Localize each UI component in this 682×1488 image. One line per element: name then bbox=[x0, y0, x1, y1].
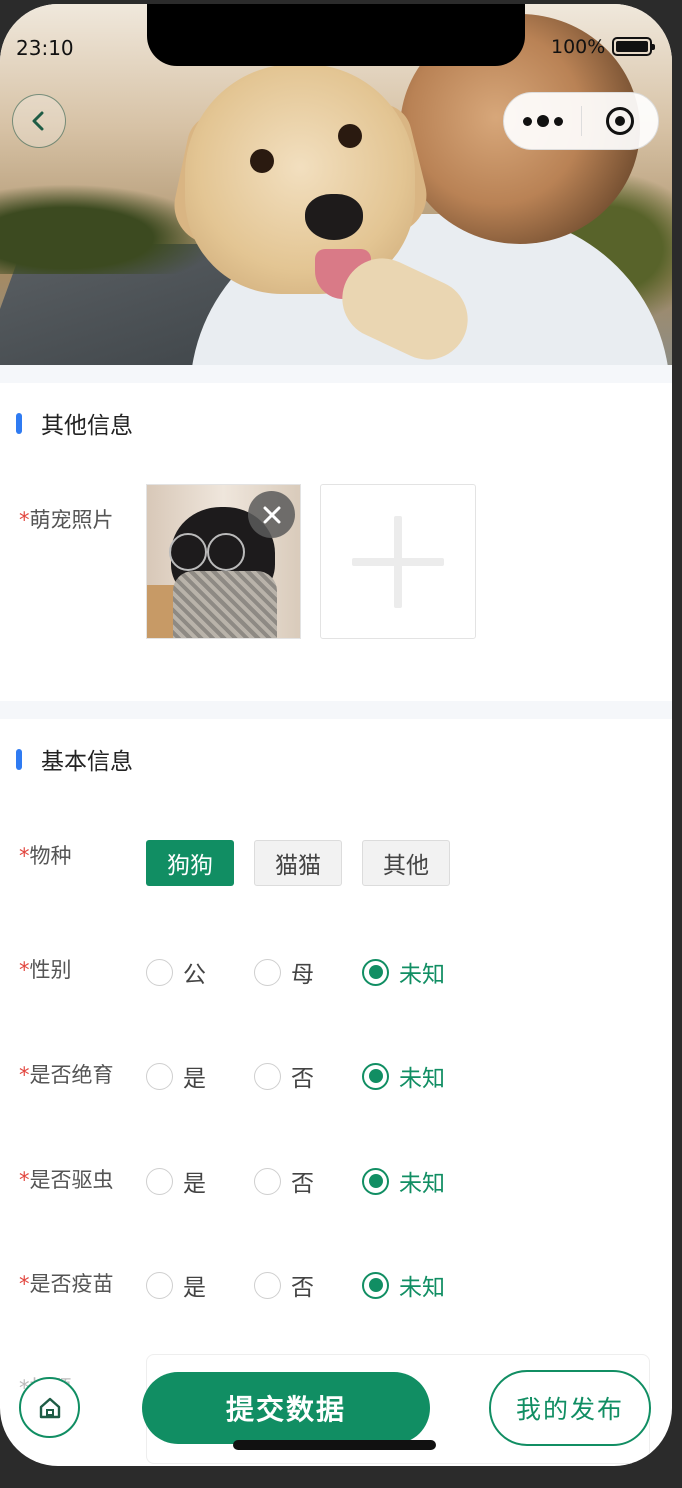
miniprogram-capsule bbox=[503, 92, 659, 150]
section-title-other: 其他信息 bbox=[16, 406, 133, 440]
phone-screen: 23:10 100% 其他信息 *萌宠照片 基本信息 *物种 狗狗 猫猫 其他 … bbox=[0, 4, 672, 1466]
species-option-dog[interactable]: 狗狗 bbox=[146, 840, 234, 886]
section-bar-icon bbox=[16, 748, 22, 770]
vaccinated-label: *是否疫苗 bbox=[19, 1272, 114, 1296]
section-title-basic: 基本信息 bbox=[16, 742, 133, 776]
status-time: 23:10 bbox=[16, 36, 74, 60]
dewormed-option-yes[interactable]: 是 bbox=[146, 1164, 206, 1198]
radio-unchecked-icon bbox=[146, 1062, 173, 1090]
species-option-cat[interactable]: 猫猫 bbox=[254, 840, 342, 886]
radio-checked-icon bbox=[362, 958, 389, 986]
neutered-label: *是否绝育 bbox=[19, 1063, 114, 1087]
radio-unchecked-icon bbox=[254, 1062, 281, 1090]
section-divider bbox=[0, 701, 672, 719]
gender-option-female[interactable]: 母 bbox=[254, 955, 314, 989]
neutered-option-no[interactable]: 否 bbox=[254, 1059, 314, 1093]
neutered-option-yes[interactable]: 是 bbox=[146, 1059, 206, 1093]
radio-checked-icon bbox=[362, 1062, 389, 1090]
dewormed-option-unknown[interactable]: 未知 bbox=[362, 1164, 445, 1198]
radio-unchecked-icon bbox=[146, 958, 173, 986]
gender-option-male[interactable]: 公 bbox=[146, 955, 206, 989]
add-photo-button[interactable] bbox=[320, 484, 476, 639]
photo-label: *萌宠照片 bbox=[19, 508, 114, 532]
dewormed-option-no[interactable]: 否 bbox=[254, 1164, 314, 1198]
battery-icon bbox=[612, 37, 655, 56]
close-miniprogram-button[interactable] bbox=[582, 107, 658, 135]
home-indicator bbox=[233, 1440, 436, 1450]
remove-photo-button[interactable] bbox=[248, 491, 295, 538]
battery-percent: 100% bbox=[551, 36, 606, 58]
section-bar-icon bbox=[16, 412, 22, 434]
radio-checked-icon bbox=[362, 1271, 389, 1299]
radio-unchecked-icon bbox=[254, 1167, 281, 1195]
dewormed-label: *是否驱虫 bbox=[19, 1168, 114, 1192]
section-divider bbox=[0, 365, 672, 383]
radio-unchecked-icon bbox=[146, 1271, 173, 1299]
close-icon bbox=[263, 506, 280, 523]
gender-option-unknown[interactable]: 未知 bbox=[362, 955, 445, 989]
species-option-other[interactable]: 其他 bbox=[362, 840, 450, 886]
neutered-option-unknown[interactable]: 未知 bbox=[362, 1059, 445, 1093]
home-button[interactable] bbox=[19, 1377, 80, 1438]
status-bar: 23:10 100% bbox=[0, 4, 672, 92]
back-button[interactable] bbox=[12, 94, 66, 148]
more-dots-icon bbox=[522, 116, 532, 126]
species-label: *物种 bbox=[19, 844, 72, 868]
notch bbox=[147, 4, 525, 66]
radio-unchecked-icon bbox=[254, 1271, 281, 1299]
vaccinated-option-no[interactable]: 否 bbox=[254, 1268, 314, 1302]
radio-unchecked-icon bbox=[146, 1167, 173, 1195]
radio-unchecked-icon bbox=[254, 958, 281, 986]
radio-checked-icon bbox=[362, 1167, 389, 1195]
target-icon bbox=[605, 107, 634, 135]
gender-label: *性别 bbox=[19, 958, 72, 982]
home-icon bbox=[39, 1397, 60, 1418]
chevron-left-icon bbox=[32, 111, 44, 131]
submit-button[interactable]: 提交数据 bbox=[142, 1372, 430, 1444]
more-menu-button[interactable] bbox=[504, 115, 581, 127]
vaccinated-option-yes[interactable]: 是 bbox=[146, 1268, 206, 1302]
my-posts-button[interactable]: 我的发布 bbox=[489, 1370, 651, 1446]
vaccinated-option-unknown[interactable]: 未知 bbox=[362, 1268, 445, 1302]
